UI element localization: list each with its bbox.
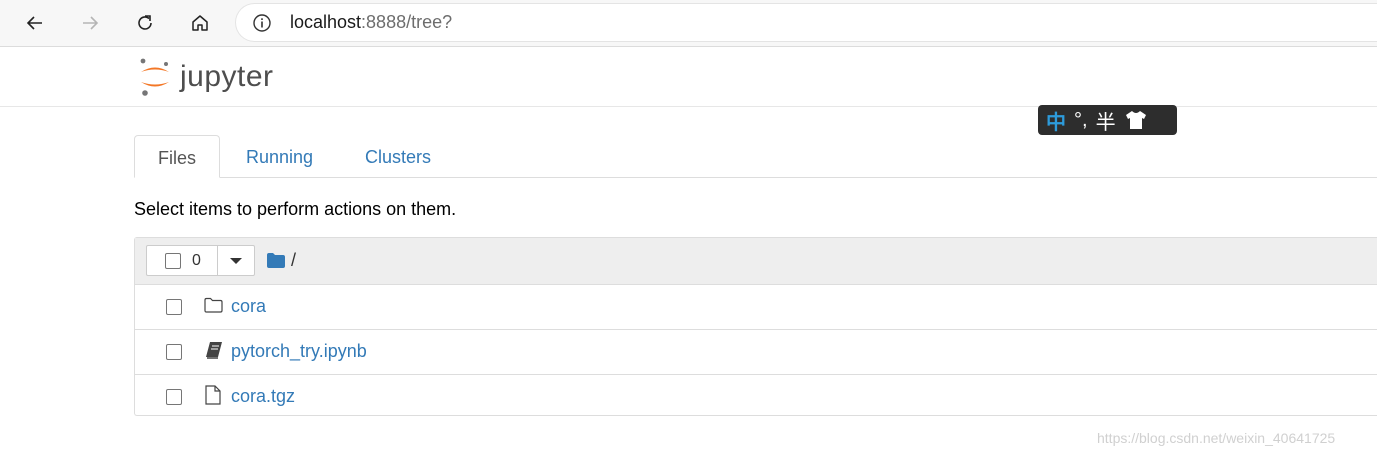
back-button[interactable]	[19, 7, 51, 39]
home-button[interactable]	[184, 7, 216, 39]
selected-count: 0	[192, 251, 201, 269]
home-icon	[192, 15, 208, 31]
folder-icon	[203, 295, 223, 315]
ime-status-bar[interactable]: 中 °, 半	[1038, 105, 1177, 135]
list-item[interactable]: cora.tgz	[135, 375, 1377, 419]
item-checkbox[interactable]	[166, 299, 182, 315]
tab-bar: Files Running Clusters	[134, 135, 1377, 178]
list-item[interactable]: cora	[135, 285, 1377, 330]
item-name-link[interactable]: pytorch_try.ipynb	[231, 341, 367, 362]
skin-shirt-icon[interactable]	[1124, 109, 1148, 131]
file-list-panel: 0 / cora pytorch_try.ipynb cora.tgz	[134, 237, 1377, 416]
item-checkbox[interactable]	[166, 344, 182, 360]
jupyter-logo-icon	[140, 58, 169, 96]
breadcrumb-root[interactable]: /	[291, 250, 296, 271]
tab-running[interactable]: Running	[223, 135, 336, 177]
watermark: https://blog.csdn.net/weixin_40641725	[1097, 430, 1336, 446]
forward-button[interactable]	[74, 7, 106, 39]
caret-down-icon	[230, 257, 242, 264]
jupyter-header: jupyter	[0, 47, 1377, 107]
ime-mode[interactable]: 中	[1046, 106, 1066, 135]
url-text[interactable]: localhost:8888/tree?	[290, 12, 452, 33]
select-dropdown-button[interactable]	[218, 245, 255, 276]
back-arrow-icon	[26, 16, 42, 30]
ime-width[interactable]: 半	[1096, 106, 1116, 135]
reload-icon	[138, 15, 152, 30]
file-list-header: 0 /	[135, 238, 1377, 285]
notebook-icon	[203, 340, 223, 360]
logo-text: jupyter	[180, 60, 274, 93]
item-name-link[interactable]: cora.tgz	[231, 386, 295, 407]
select-all-button[interactable]: 0	[146, 245, 218, 276]
folder-solid-icon	[267, 253, 285, 268]
file-icon	[203, 385, 223, 405]
item-name-link[interactable]: cora	[231, 296, 266, 317]
ime-punctuation[interactable]: °,	[1074, 109, 1088, 132]
selection-hint: Select items to perform actions on them.	[134, 199, 457, 219]
forward-arrow-icon	[83, 16, 99, 30]
select-all-group: 0	[146, 245, 255, 276]
jupyter-logo[interactable]: jupyter	[138, 57, 274, 97]
tab-clusters[interactable]: Clusters	[342, 135, 454, 177]
breadcrumb[interactable]: /	[267, 250, 296, 271]
item-checkbox[interactable]	[166, 389, 182, 405]
list-item[interactable]: pytorch_try.ipynb	[135, 330, 1377, 375]
browser-toolbar: localhost:8888/tree?	[0, 0, 1377, 47]
url-path: :8888/tree?	[361, 12, 453, 32]
select-all-checkbox[interactable]	[165, 252, 181, 269]
info-icon[interactable]	[252, 13, 272, 33]
reload-button[interactable]	[129, 7, 161, 39]
url-host: localhost	[290, 12, 362, 32]
address-bar[interactable]: localhost:8888/tree?	[236, 4, 1377, 41]
tab-files[interactable]: Files	[134, 135, 221, 178]
